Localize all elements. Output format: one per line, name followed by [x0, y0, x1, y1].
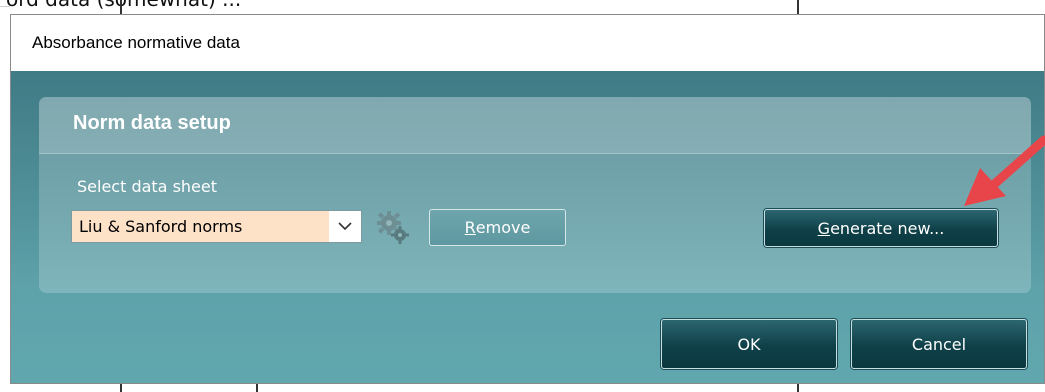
background-rule-top	[0, 6, 10, 7]
background-divider-left	[120, 0, 122, 14]
annotation-arrow-icon	[964, 135, 1045, 206]
select-data-sheet-label: Select data sheet	[77, 177, 218, 196]
background-divider-bottom-mid	[256, 384, 258, 392]
background-divider-bottom-left	[120, 384, 122, 392]
chevron-down-icon[interactable]	[329, 211, 361, 242]
background-document-text: ord data (somewhat) ...	[6, 0, 241, 11]
remove-button-label: emove	[475, 218, 531, 237]
group-title: Norm data setup	[73, 112, 231, 134]
norm-data-setup-group: Norm data setup Select data sheet Liu & …	[39, 97, 1031, 293]
data-sheet-selected-value: Liu & Sanford norms	[72, 211, 329, 242]
gear-icon[interactable]	[375, 210, 411, 246]
ok-button-label: OK	[737, 334, 761, 354]
dialog-titlebar[interactable]: Absorbance normative data	[11, 15, 1044, 71]
cancel-button-label: Cancel	[911, 334, 967, 354]
data-sheet-dropdown[interactable]: Liu & Sanford norms	[71, 210, 362, 243]
dialog-title: Absorbance normative data	[32, 33, 240, 52]
background-divider-bottom-right	[797, 384, 799, 392]
remove-button[interactable]: Remove	[429, 209, 566, 246]
dialog-client-area: Norm data setup Select data sheet Liu & …	[11, 71, 1044, 383]
generate-button-label: enerate new...	[830, 218, 945, 238]
absorbance-normative-data-dialog: Absorbance normative data Norm data setu…	[10, 14, 1045, 384]
cancel-button[interactable]: Cancel	[851, 319, 1027, 369]
ok-button[interactable]: OK	[661, 319, 837, 369]
generate-button-mnemonic: G	[817, 218, 831, 238]
background-divider-right	[797, 0, 799, 14]
remove-button-mnemonic: R	[464, 218, 476, 237]
group-header: Norm data setup	[39, 97, 1031, 154]
